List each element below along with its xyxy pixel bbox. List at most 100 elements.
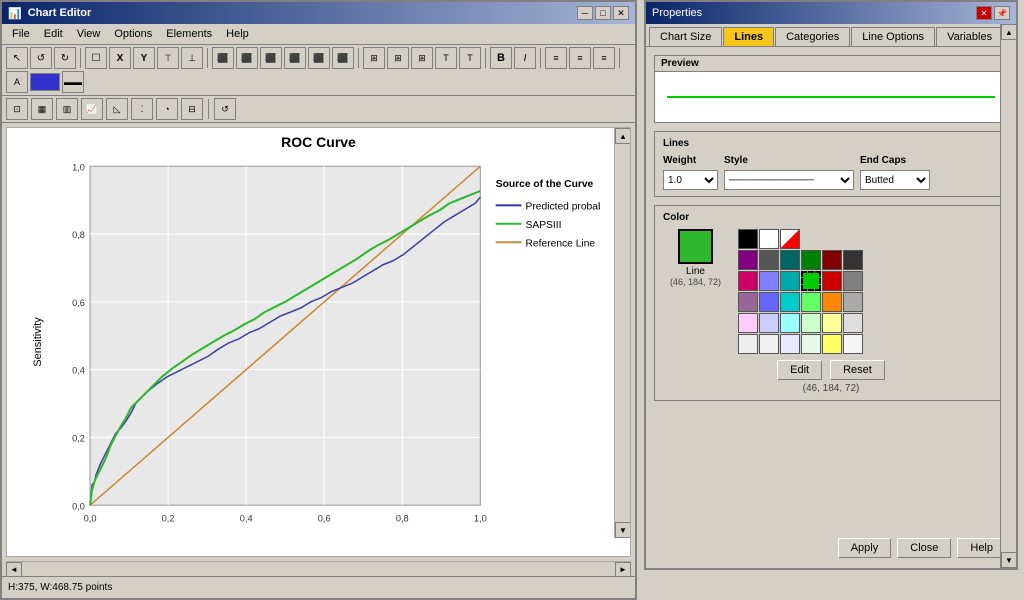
edit-button[interactable]: Edit [777, 360, 822, 380]
toolbar-img3[interactable]: ⬛ [260, 47, 282, 69]
color-cell-light-gray[interactable] [843, 313, 863, 333]
props-scroll-up[interactable]: ▲ [1001, 24, 1017, 40]
toolbar-img5[interactable]: ⬛ [308, 47, 330, 69]
props-scrollbar[interactable]: ▲ ▼ [1000, 24, 1016, 568]
toolbar-img6[interactable]: ⬛ [332, 47, 354, 69]
color-cell-maroon[interactable] [822, 250, 842, 270]
tab-line-options[interactable]: Line Options [851, 27, 935, 46]
color-cell-lightblue[interactable] [759, 271, 779, 291]
toolbar-area[interactable]: ◺ [106, 98, 128, 120]
scrollbar-vertical[interactable]: ▲ ▼ [614, 128, 630, 538]
close-props-button[interactable]: Close [897, 538, 951, 558]
toolbar-align3[interactable]: ≡ [593, 47, 615, 69]
color-cell-green-selected[interactable] [801, 271, 821, 291]
color-cell-pink-dark[interactable] [738, 271, 758, 291]
color-cell-yellow-light[interactable] [822, 313, 842, 333]
toolbar-refresh[interactable]: ↺ [214, 98, 236, 120]
help-button[interactable]: Help [957, 538, 1006, 558]
toolbar-font[interactable]: A [6, 71, 28, 93]
color-cell-very-light3[interactable] [780, 334, 800, 354]
toolbar-img2[interactable]: ⬛ [236, 47, 258, 69]
color-cell-black[interactable] [738, 229, 758, 249]
color-cell-lightgreen[interactable] [801, 292, 821, 312]
toolbar-img4[interactable]: ⬛ [284, 47, 306, 69]
toolbar-pie[interactable]: ◔ [156, 98, 178, 120]
scroll-up-button[interactable]: ▲ [615, 128, 631, 144]
menu-help[interactable]: Help [220, 26, 255, 42]
toolbar-select[interactable]: ↖ [6, 47, 28, 69]
tab-chart-size[interactable]: Chart Size [649, 27, 722, 46]
style-select[interactable]: ──────────── - - - - - - · · · · · · [724, 170, 854, 190]
toolbar-scatter[interactable]: ⁚ [131, 98, 153, 120]
toolbar-zoom-fit[interactable]: ⊡ [6, 98, 28, 120]
toolbar-b[interactable]: B [490, 47, 512, 69]
tab-variables[interactable]: Variables [936, 27, 1003, 46]
minimize-button[interactable]: ─ [577, 6, 593, 20]
props-scroll-down[interactable]: ▼ [1001, 552, 1017, 568]
color-cell-almost-white[interactable] [843, 334, 863, 354]
color-cell-very-light1[interactable] [738, 334, 758, 354]
color-cell-orange[interactable] [822, 292, 842, 312]
color-cell-white[interactable] [759, 229, 779, 249]
menu-view[interactable]: View [71, 26, 107, 42]
scroll-down-button[interactable]: ▼ [615, 522, 631, 538]
toolbar-color-swatch[interactable] [30, 73, 60, 91]
close-button[interactable]: ✕ [613, 6, 629, 20]
color-swatch[interactable] [678, 229, 713, 264]
toolbar-img1[interactable]: ⬛ [212, 47, 234, 69]
color-cell-green-dark[interactable] [801, 250, 821, 270]
menu-file[interactable]: File [6, 26, 36, 42]
toolbar-grid3[interactable]: ⊞ [411, 47, 433, 69]
scrollbar-horizontal[interactable]: ◄ ► [6, 561, 631, 577]
color-cell-pink-light[interactable] [738, 313, 758, 333]
color-cell-mint[interactable] [801, 313, 821, 333]
props-help-pin-btn[interactable]: 📌 [994, 6, 1010, 20]
tab-lines[interactable]: Lines [723, 27, 774, 46]
menu-elements[interactable]: Elements [160, 26, 218, 42]
apply-button[interactable]: Apply [838, 538, 892, 558]
weight-select[interactable]: 1.0 1.5 2.0 [663, 170, 718, 190]
color-cell-mid-gray[interactable] [843, 271, 863, 291]
color-cell-gray2[interactable] [843, 292, 863, 312]
color-cell-light-cyan[interactable] [780, 313, 800, 333]
toolbar-select2[interactable]: ☐ [85, 47, 107, 69]
toolbar-align2[interactable]: ≡ [569, 47, 591, 69]
color-cell-blue[interactable] [759, 292, 779, 312]
color-cell-diag[interactable] [780, 229, 800, 249]
toolbar-x[interactable]: X [109, 47, 131, 69]
toolbar-bar2[interactable]: ▥ [56, 98, 78, 120]
toolbar-i[interactable]: I [514, 47, 536, 69]
toolbar-bar[interactable]: ▦ [31, 98, 53, 120]
color-cell-mauve[interactable] [738, 292, 758, 312]
toolbar-align1[interactable]: ≡ [545, 47, 567, 69]
toolbar-anchor1[interactable]: ⊤ [157, 47, 179, 69]
toolbar-undo[interactable]: ↺ [30, 47, 52, 69]
color-cell-lavender[interactable] [759, 313, 779, 333]
reset-button[interactable]: Reset [830, 360, 885, 380]
color-cell-yellow[interactable] [822, 334, 842, 354]
tab-categories[interactable]: Categories [775, 27, 850, 46]
color-cell-very-light4[interactable] [801, 334, 821, 354]
maximize-button[interactable]: □ [595, 6, 611, 20]
toolbar-grid1[interactable]: ⊞ [363, 47, 385, 69]
menu-options[interactable]: Options [108, 26, 158, 42]
color-cell-purple[interactable] [738, 250, 758, 270]
toolbar-t2[interactable]: T [459, 47, 481, 69]
toolbar-grid2[interactable]: ⊞ [387, 47, 409, 69]
menu-edit[interactable]: Edit [38, 26, 69, 42]
color-cell-cyan[interactable] [780, 292, 800, 312]
toolbar-box[interactable]: ⊟ [181, 98, 203, 120]
color-cell-gray1[interactable] [759, 250, 779, 270]
toolbar-pattern[interactable]: ▬▬ [62, 71, 84, 93]
toolbar-line-chart[interactable]: 📈 [81, 98, 103, 120]
color-cell-teal-dark[interactable] [780, 250, 800, 270]
color-cell-teal[interactable] [780, 271, 800, 291]
color-cell-red[interactable] [822, 271, 842, 291]
color-cell-darkgray[interactable] [843, 250, 863, 270]
color-cell-very-light2[interactable] [759, 334, 779, 354]
toolbar-redo[interactable]: ↻ [54, 47, 76, 69]
endcaps-select[interactable]: Butted Round Square [860, 170, 930, 190]
props-close-btn[interactable]: ✕ [976, 6, 992, 20]
toolbar-anchor2[interactable]: ⊥ [181, 47, 203, 69]
toolbar-t1[interactable]: T [435, 47, 457, 69]
